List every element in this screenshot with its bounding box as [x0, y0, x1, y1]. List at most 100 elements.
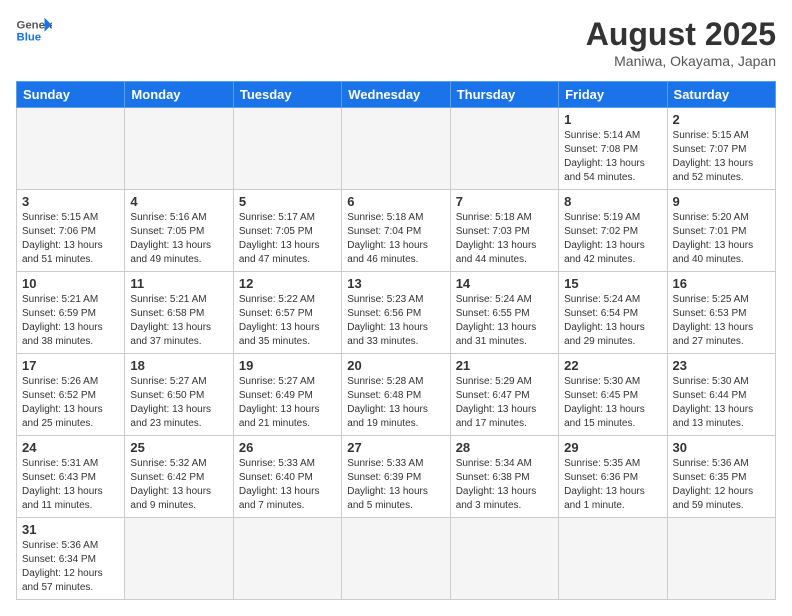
day-cell: 22Sunrise: 5:30 AM Sunset: 6:45 PM Dayli… [559, 354, 667, 436]
day-number: 3 [22, 194, 119, 209]
day-number: 10 [22, 276, 119, 291]
week-row-2: 10 Sunrise: 5:21 AM Sunset: 6:59 PM Dayli… [17, 272, 776, 354]
day-info: Sunrise: 5:36 AM Sunset: 6:34 PM Dayligh… [22, 539, 119, 595]
day-info: Sunrise: 5:27 AM Sunset: 6:50 PM Dayligh… [130, 375, 227, 431]
day-cell: 8Sunrise: 5:19 AM Sunset: 7:02 PM Daylig… [559, 190, 667, 272]
day-cell: 29 Sunrise: 5:35 AM Sunset: 6:36 PM Dayli… [559, 436, 667, 518]
day-cell: 16 Sunrise: 5:25 AM Sunset: 6:53 PM Dayli… [667, 272, 775, 354]
day-info: Sunrise: 5:16 AM Sunset: 7:05 PM Dayligh… [130, 211, 227, 267]
weekday-header-thursday: Thursday [450, 82, 558, 108]
day-cell: 3 Sunrise: 5:15 AM Sunset: 7:06 PM Daylig… [17, 190, 125, 272]
day-number: 2 [673, 112, 770, 127]
day-number: 21 [456, 358, 553, 373]
location: Maniwa, Okayama, Japan [586, 53, 776, 69]
weekday-header-sunday: Sunday [17, 82, 125, 108]
day-info: Sunrise: 5:24 AM Sunset: 6:54 PM Dayligh… [564, 293, 661, 349]
day-info: Sunrise: 5:32 AM Sunset: 6:42 PM Dayligh… [130, 457, 227, 513]
day-info: Sunrise: 5:15 AM Sunset: 7:06 PM Dayligh… [22, 211, 119, 267]
month-title: August 2025 [586, 16, 776, 53]
day-number: 20 [347, 358, 444, 373]
day-cell [342, 108, 450, 190]
day-info: Sunrise: 5:27 AM Sunset: 6:49 PM Dayligh… [239, 375, 336, 431]
day-cell: 7Sunrise: 5:18 AM Sunset: 7:03 PM Daylig… [450, 190, 558, 272]
day-cell [233, 518, 341, 600]
day-cell: 17 Sunrise: 5:26 AM Sunset: 6:52 PM Dayli… [17, 354, 125, 436]
day-number: 15 [564, 276, 661, 291]
week-row-4: 24 Sunrise: 5:31 AM Sunset: 6:43 PM Dayli… [17, 436, 776, 518]
day-cell: 20 Sunrise: 5:28 AM Sunset: 6:48 PM Dayli… [342, 354, 450, 436]
day-info: Sunrise: 5:31 AM Sunset: 6:43 PM Dayligh… [22, 457, 119, 513]
day-cell [450, 518, 558, 600]
day-info: Sunrise: 5:21 AM Sunset: 6:59 PM Dayligh… [22, 293, 119, 349]
day-cell: 30Sunrise: 5:36 AM Sunset: 6:35 PM Dayli… [667, 436, 775, 518]
day-cell [667, 518, 775, 600]
day-number: 7 [456, 194, 553, 209]
day-number: 16 [673, 276, 770, 291]
svg-text:Blue: Blue [17, 32, 42, 44]
day-number: 31 [22, 522, 119, 537]
header: General Blue August 2025 Maniwa, Okayama… [16, 16, 776, 69]
day-number: 19 [239, 358, 336, 373]
day-info: Sunrise: 5:23 AM Sunset: 6:56 PM Dayligh… [347, 293, 444, 349]
day-info: Sunrise: 5:19 AM Sunset: 7:02 PM Dayligh… [564, 211, 661, 267]
day-cell: 1Sunrise: 5:14 AM Sunset: 7:08 PM Daylig… [559, 108, 667, 190]
day-info: Sunrise: 5:34 AM Sunset: 6:38 PM Dayligh… [456, 457, 553, 513]
day-info: Sunrise: 5:26 AM Sunset: 6:52 PM Dayligh… [22, 375, 119, 431]
day-number: 29 [564, 440, 661, 455]
day-cell [342, 518, 450, 600]
day-cell: 6Sunrise: 5:18 AM Sunset: 7:04 PM Daylig… [342, 190, 450, 272]
day-cell: 19 Sunrise: 5:27 AM Sunset: 6:49 PM Dayli… [233, 354, 341, 436]
title-block: August 2025 Maniwa, Okayama, Japan [586, 16, 776, 69]
day-cell: 14 Sunrise: 5:24 AM Sunset: 6:55 PM Dayli… [450, 272, 558, 354]
day-cell: 5Sunrise: 5:17 AM Sunset: 7:05 PM Daylig… [233, 190, 341, 272]
day-info: Sunrise: 5:22 AM Sunset: 6:57 PM Dayligh… [239, 293, 336, 349]
day-info: Sunrise: 5:30 AM Sunset: 6:44 PM Dayligh… [673, 375, 770, 431]
day-cell [559, 518, 667, 600]
weekday-header-row: SundayMondayTuesdayWednesdayThursdayFrid… [17, 82, 776, 108]
weekday-header-monday: Monday [125, 82, 233, 108]
day-cell [17, 108, 125, 190]
day-cell: 27Sunrise: 5:33 AM Sunset: 6:39 PM Dayli… [342, 436, 450, 518]
day-info: Sunrise: 5:24 AM Sunset: 6:55 PM Dayligh… [456, 293, 553, 349]
day-cell: 12 Sunrise: 5:22 AM Sunset: 6:57 PM Dayli… [233, 272, 341, 354]
day-cell: 25Sunrise: 5:32 AM Sunset: 6:42 PM Dayli… [125, 436, 233, 518]
weekday-header-tuesday: Tuesday [233, 82, 341, 108]
day-cell: 24 Sunrise: 5:31 AM Sunset: 6:43 PM Dayli… [17, 436, 125, 518]
day-info: Sunrise: 5:30 AM Sunset: 6:45 PM Dayligh… [564, 375, 661, 431]
calendar: SundayMondayTuesdayWednesdayThursdayFrid… [16, 81, 776, 600]
day-number: 4 [130, 194, 227, 209]
day-info: Sunrise: 5:15 AM Sunset: 7:07 PM Dayligh… [673, 129, 770, 185]
day-info: Sunrise: 5:35 AM Sunset: 6:36 PM Dayligh… [564, 457, 661, 513]
day-info: Sunrise: 5:21 AM Sunset: 6:58 PM Dayligh… [130, 293, 227, 349]
day-number: 24 [22, 440, 119, 455]
day-number: 14 [456, 276, 553, 291]
day-number: 11 [130, 276, 227, 291]
day-number: 17 [22, 358, 119, 373]
day-info: Sunrise: 5:20 AM Sunset: 7:01 PM Dayligh… [673, 211, 770, 267]
day-number: 1 [564, 112, 661, 127]
day-number: 28 [456, 440, 553, 455]
day-cell [233, 108, 341, 190]
day-number: 6 [347, 194, 444, 209]
day-cell: 11 Sunrise: 5:21 AM Sunset: 6:58 PM Dayli… [125, 272, 233, 354]
day-number: 30 [673, 440, 770, 455]
day-number: 27 [347, 440, 444, 455]
day-info: Sunrise: 5:28 AM Sunset: 6:48 PM Dayligh… [347, 375, 444, 431]
weekday-header-friday: Friday [559, 82, 667, 108]
day-cell: 31 Sunrise: 5:36 AM Sunset: 6:34 PM Dayli… [17, 518, 125, 600]
day-info: Sunrise: 5:25 AM Sunset: 6:53 PM Dayligh… [673, 293, 770, 349]
day-number: 18 [130, 358, 227, 373]
logo: General Blue [16, 16, 52, 44]
day-cell: 2 Sunrise: 5:15 AM Sunset: 7:07 PM Daylig… [667, 108, 775, 190]
logo-icon: General Blue [16, 16, 52, 44]
day-cell: 10 Sunrise: 5:21 AM Sunset: 6:59 PM Dayli… [17, 272, 125, 354]
day-cell [450, 108, 558, 190]
day-cell: 21Sunrise: 5:29 AM Sunset: 6:47 PM Dayli… [450, 354, 558, 436]
week-row-1: 3 Sunrise: 5:15 AM Sunset: 7:06 PM Daylig… [17, 190, 776, 272]
day-cell: 28 Sunrise: 5:34 AM Sunset: 6:38 PM Dayli… [450, 436, 558, 518]
day-cell: 13Sunrise: 5:23 AM Sunset: 6:56 PM Dayli… [342, 272, 450, 354]
day-info: Sunrise: 5:33 AM Sunset: 6:40 PM Dayligh… [239, 457, 336, 513]
day-cell [125, 108, 233, 190]
week-row-0: 1Sunrise: 5:14 AM Sunset: 7:08 PM Daylig… [17, 108, 776, 190]
day-number: 12 [239, 276, 336, 291]
